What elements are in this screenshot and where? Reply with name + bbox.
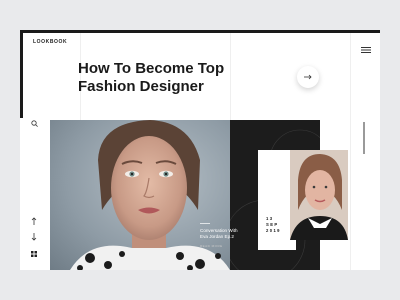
arrow-up-icon[interactable] [29,216,39,226]
feature-date: 13 SEP 2019 [266,216,292,234]
search-icon[interactable] [29,118,39,128]
feature-caption[interactable]: Conversation With Eva Jordan Ep.2 [200,228,238,240]
date-year: 2019 [266,228,281,233]
caption-line-2: Eva Jordan Ep.2 [200,234,234,239]
read-more-link[interactable]: READ MORE [200,244,223,248]
arrow-down-icon[interactable] [29,232,39,242]
arrow-right-icon [304,74,312,80]
title-line-1: How To Become Top [78,60,225,77]
grid-icon[interactable] [29,249,39,259]
top-accent-bar [20,30,380,33]
thumbnail-image[interactable] [290,150,348,240]
page-title: How To Become Top Fashion Designer [78,60,288,96]
hamburger-icon[interactable] [361,40,371,53]
left-accent-bar [20,30,23,118]
brand-logo[interactable]: LOOKBOOK [33,39,67,45]
left-rail [20,118,50,270]
scrollbar[interactable] [363,122,365,154]
title-line-2: Fashion Designer [78,78,204,95]
grid-line [350,33,351,270]
app-window: LOOKBOOK How To Become Top Fashion Desig… [20,30,380,270]
next-button[interactable] [297,66,319,88]
caption-divider [200,223,210,224]
